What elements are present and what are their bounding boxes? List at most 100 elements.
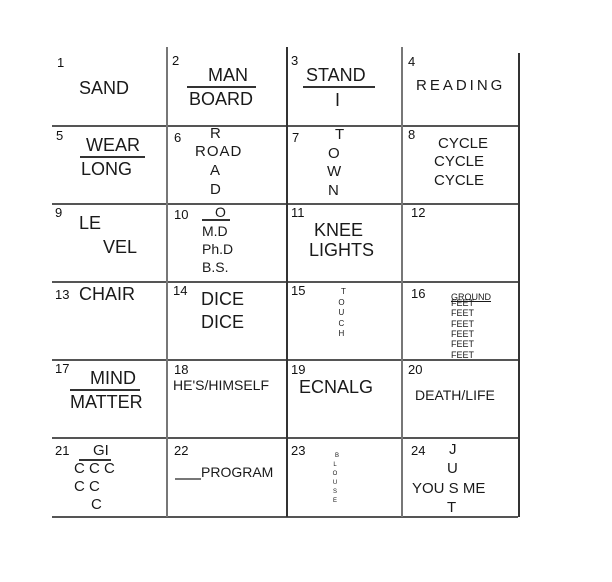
- cell-text-bottom: LONG: [81, 159, 133, 179]
- cell-number: 12: [411, 205, 426, 220]
- cell-text: CHAIR: [79, 284, 136, 304]
- cell-text: KNEE: [314, 220, 364, 240]
- cell-text: W: [327, 163, 342, 180]
- cell-text: DICE: [201, 312, 245, 332]
- cell-number: 13: [55, 287, 70, 302]
- puzzle-cell-10: 10 O M.D Ph.D B.S.: [167, 204, 286, 281]
- cell-text: M.D: [202, 223, 228, 239]
- cell-text: C: [91, 496, 102, 513]
- grid-line: [518, 53, 520, 517]
- cell-text-top: MIND: [90, 368, 136, 388]
- puzzle-grid: 1 SAND 2 MAN BOARD 3 STAND I 4 READING 5…: [52, 47, 520, 518]
- cell-number: 19: [291, 362, 306, 377]
- fraction-line: [187, 86, 256, 88]
- cell-letter: H: [338, 329, 345, 338]
- puzzle-cell-16: 16 GROUND FEET FEET FEET FEET FEET FEET: [402, 282, 518, 359]
- cell-number: 16: [411, 286, 426, 301]
- cell-text-bottom: I: [335, 90, 341, 110]
- cell-text: FEET: [451, 350, 475, 359]
- cell-text: J: [449, 441, 457, 458]
- cell-text: CYCLE: [434, 153, 485, 170]
- puzzle-cell-19: 19 ECNALG: [287, 360, 401, 437]
- cell-letter: L: [333, 462, 337, 468]
- cell-number: 1: [57, 55, 65, 70]
- puzzle-cell-9: 9 LE VEL: [52, 204, 166, 281]
- cell-letter: U: [338, 308, 345, 317]
- grid-line: [52, 516, 518, 518]
- puzzle-cell-18: 18 HE'S/HIMSELF: [167, 360, 286, 437]
- cell-text: R: [210, 125, 221, 142]
- cell-number: 5: [56, 128, 64, 143]
- cell-text: T: [447, 499, 457, 516]
- cell-number: 8: [408, 127, 416, 142]
- cell-number: 4: [408, 54, 416, 69]
- cell-number: 21: [55, 443, 70, 458]
- cell-number: 18: [174, 362, 189, 377]
- cell-text: T: [335, 126, 345, 143]
- puzzle-cell-6: 6 R ROAD A D: [167, 125, 286, 203]
- cell-text-top: O: [215, 204, 226, 220]
- blank-line: [175, 478, 201, 480]
- cell-text: SAND: [79, 78, 130, 98]
- cell-text: ROAD: [195, 143, 243, 160]
- puzzle-cell-2: 2 MAN BOARD: [167, 47, 286, 125]
- cell-text: FEET: [451, 308, 475, 318]
- cell-text-top: MAN: [208, 65, 248, 85]
- cell-text: A: [210, 162, 221, 179]
- fraction-line: [80, 156, 145, 158]
- cell-number: 9: [55, 205, 63, 220]
- cell-text: C C C: [74, 460, 115, 477]
- cell-text: FEET: [451, 319, 475, 329]
- cell-text: READING: [416, 77, 506, 94]
- cell-number: 14: [173, 283, 188, 298]
- puzzle-cell-21: 21 GI C C C C C C: [52, 438, 166, 516]
- cell-text: D: [210, 181, 221, 198]
- cell-text: LE: [79, 213, 102, 233]
- cell-text-bottom: MATTER: [70, 392, 143, 412]
- fraction-line: [202, 219, 230, 221]
- cell-number: 11: [291, 205, 305, 220]
- cell-letter: T: [341, 287, 346, 296]
- puzzle-cell-1: 1 SAND: [52, 47, 166, 125]
- cell-text: FEET: [451, 339, 475, 349]
- cell-letter: S: [333, 489, 338, 495]
- cell-text: LIGHTS: [309, 240, 375, 260]
- puzzle-cell-22: 22 PROGRAM: [167, 438, 286, 516]
- puzzle-cell-5: 5 WEAR LONG: [52, 126, 166, 203]
- cell-text-top: WEAR: [86, 135, 140, 155]
- cell-text: O: [328, 145, 340, 162]
- puzzle-cell-11: 11 KNEE LIGHTS: [287, 204, 401, 281]
- cell-text-top: GI: [93, 442, 109, 459]
- cell-number: 23: [291, 443, 306, 458]
- cell-text: FEET: [451, 298, 475, 308]
- puzzle-cell-4: 4 READING: [402, 47, 518, 125]
- cell-text: VEL: [103, 237, 138, 257]
- cell-text: N: [328, 182, 339, 199]
- cell-text: PROGRAM: [201, 464, 274, 480]
- puzzle-cell-13: 13 CHAIR: [52, 282, 166, 359]
- cell-number: 6: [174, 130, 182, 145]
- cell-text: DEATH/LIFE: [415, 387, 495, 403]
- puzzle-cell-12: 12: [402, 204, 518, 281]
- cell-text: YOU S ME: [412, 480, 486, 497]
- puzzle-cell-15: 15 T O U C H: [287, 282, 401, 359]
- cell-number: 7: [292, 130, 300, 145]
- cell-number: 10: [174, 207, 189, 222]
- cell-number: 3: [291, 53, 299, 68]
- cell-text: Ph.D: [202, 241, 234, 257]
- puzzle-cell-23: 23 B L O U S E: [287, 438, 401, 516]
- vertical-word: B L O U S E: [331, 452, 339, 506]
- cell-letter: C: [338, 318, 345, 328]
- cell-text: B.S.: [202, 259, 229, 275]
- cell-text: DICE: [201, 289, 245, 309]
- puzzle-cell-8: 8 CYCLE CYCLE CYCLE: [402, 126, 518, 203]
- cell-letter: E: [333, 498, 338, 504]
- cell-number: 2: [172, 53, 180, 68]
- puzzle-cell-3: 3 STAND I: [287, 47, 401, 125]
- cell-number: 20: [408, 362, 423, 377]
- vertical-word: T O U C H: [337, 287, 346, 340]
- cell-text: CYCLE: [438, 135, 489, 152]
- cell-text: HE'S/HIMSELF: [173, 377, 270, 393]
- puzzle-cell-17: 17 MIND MATTER: [52, 360, 166, 437]
- cell-letter: B: [335, 453, 340, 459]
